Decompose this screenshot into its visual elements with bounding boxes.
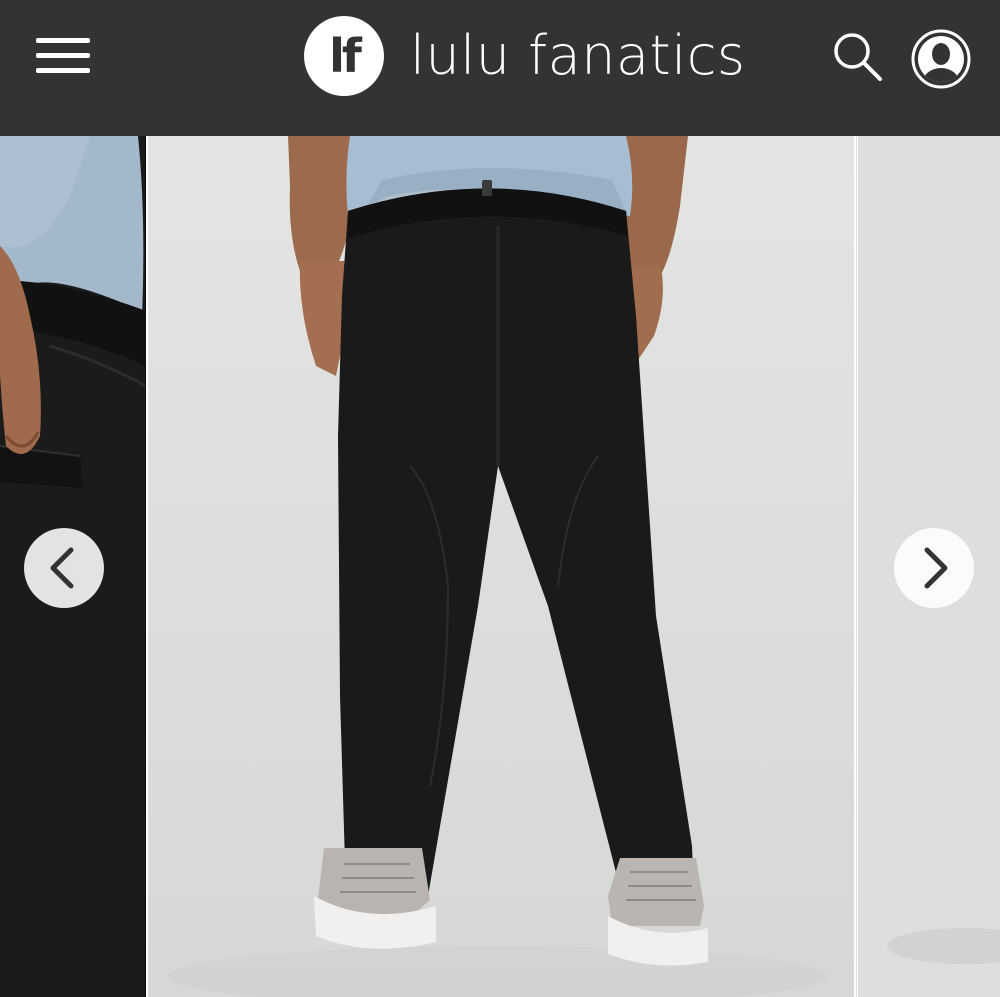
next-image-button[interactable] — [894, 528, 974, 608]
site-logo[interactable]: lf — [304, 16, 384, 96]
search-icon[interactable] — [828, 28, 886, 86]
user-profile-icon[interactable] — [910, 28, 972, 90]
current-product-image[interactable] — [148, 136, 854, 997]
chevron-left-icon — [50, 547, 74, 589]
logo-monogram: lf — [329, 29, 362, 83]
top-navigation-bar: lf lulu fanatics — [0, 0, 1000, 136]
product-image-carousel[interactable] — [0, 136, 1000, 997]
black-pants-model-illustration — [168, 136, 828, 997]
brand-name[interactable]: lulu fanatics — [410, 24, 746, 88]
previous-image-button[interactable] — [24, 528, 104, 608]
slide-divider — [854, 136, 856, 997]
chevron-right-icon — [924, 547, 948, 589]
hamburger-menu-icon[interactable] — [30, 30, 94, 82]
